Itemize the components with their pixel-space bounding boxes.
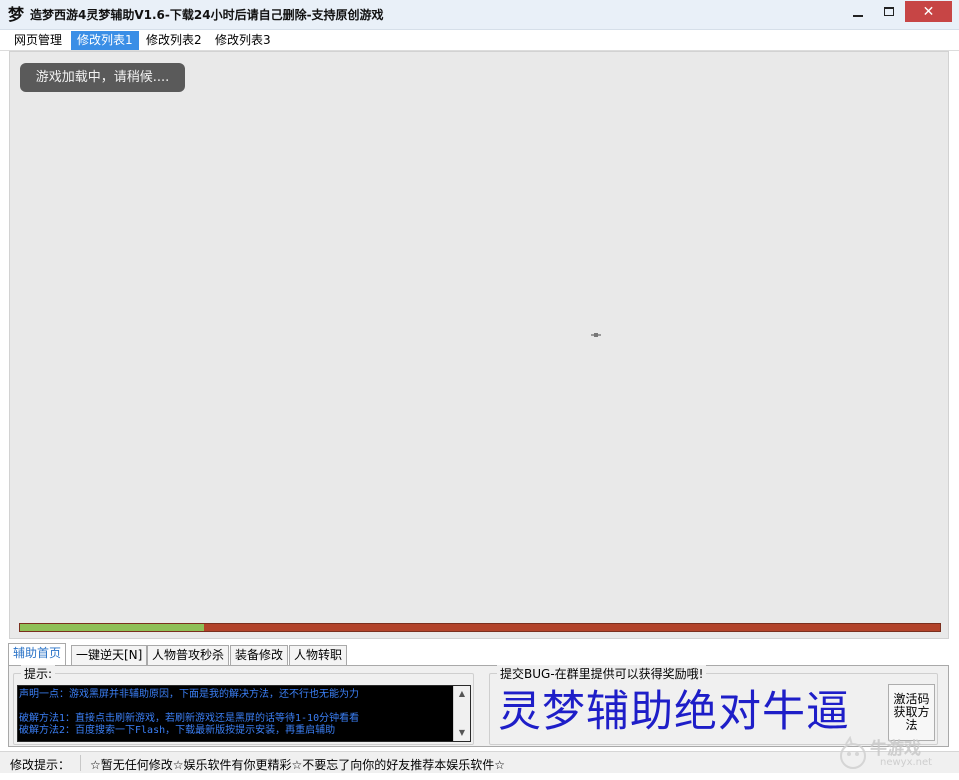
status-message: ☆暂无任何修改☆娱乐软件有你更精彩☆不要忘了向你的好友推荐本娱乐软件☆: [90, 758, 506, 772]
tips-scrollbar[interactable]: ▲ ▼: [453, 686, 470, 741]
promo-title: 提交BUG-在群里提供可以获得奖励哦!: [497, 665, 707, 682]
title-bar: 梦 造梦西游4灵梦辅助V1.6-下载24小时后请自己删除-支持原创游戏 ✕: [0, 0, 959, 30]
site-watermark: 牛游戏 newyx.net: [836, 732, 956, 776]
scroll-down-icon[interactable]: ▼: [454, 725, 470, 741]
app-icon: 梦: [7, 5, 24, 24]
game-canvas[interactable]: 游戏加载中，请稍候....: [9, 51, 949, 639]
watermark-text: 牛游戏: [870, 739, 921, 759]
function-tabs: 辅助首页 一键逆天[N] 人物普攻秒杀 装备修改 人物转职: [8, 643, 951, 665]
tab-panel-home: 提示: 声明一点：游戏黑屏并非辅助原因，下面是我的解决方法，还不行也无能为力 破…: [8, 665, 949, 747]
activation-code-label: 激活码获取方法: [893, 692, 930, 732]
close-icon: ✕: [922, 3, 935, 20]
loading-spinner-icon: [591, 333, 601, 337]
tips-text: 声明一点：游戏黑屏并非辅助原因，下面是我的解决方法，还不行也无能为力 破解方法1…: [19, 689, 360, 736]
tips-textbox[interactable]: 声明一点：游戏黑屏并非辅助原因，下面是我的解决方法，还不行也无能为力 破解方法1…: [17, 685, 471, 742]
menu-item-modify-list-1[interactable]: 修改列表1: [71, 31, 139, 50]
menu-item-modify-list-2[interactable]: 修改列表2: [140, 31, 208, 50]
tab-one-key-godmode[interactable]: 一键逆天[N]: [71, 645, 148, 665]
status-label: 修改提示：: [10, 758, 71, 772]
tab-class-change[interactable]: 人物转职: [289, 645, 348, 665]
loading-progress-bar: [19, 623, 941, 632]
maximize-icon: [884, 7, 894, 16]
loading-progress-fill: [20, 624, 204, 631]
watermark-url: newyx.net: [880, 757, 933, 768]
menu-item-modify-list-3[interactable]: 修改列表3: [209, 31, 277, 50]
tips-group: 提示: 声明一点：游戏黑屏并非辅助原因，下面是我的解决方法，还不行也无能为力 破…: [13, 665, 474, 745]
slogan-text: 灵梦辅助绝对牛逼: [498, 687, 850, 737]
tab-home[interactable]: 辅助首页: [8, 643, 67, 665]
maximize-button[interactable]: [874, 1, 904, 22]
mascot-icon: [840, 736, 866, 769]
loading-message: 游戏加载中，请稍候....: [20, 63, 185, 92]
close-button[interactable]: ✕: [905, 1, 952, 22]
tab-equipment-modify[interactable]: 装备修改: [230, 645, 289, 665]
status-bar: 修改提示： ☆暂无任何修改☆娱乐软件有你更精彩☆不要忘了向你的好友推荐本娱乐软件…: [0, 751, 959, 773]
menu-bar: 网页管理 修改列表1 修改列表2 修改列表3: [0, 30, 959, 51]
tab-instant-kill[interactable]: 人物普攻秒杀: [147, 645, 230, 665]
minimize-button[interactable]: [843, 1, 873, 22]
window-title: 造梦西游4灵梦辅助V1.6-下载24小时后请自己删除-支持原创游戏: [30, 8, 384, 22]
tips-title: 提示:: [21, 665, 56, 682]
menu-item-web-manage[interactable]: 网页管理: [8, 31, 68, 50]
minimize-icon: [853, 14, 863, 17]
scroll-up-icon[interactable]: ▲: [454, 686, 470, 702]
status-separator: [80, 755, 81, 771]
